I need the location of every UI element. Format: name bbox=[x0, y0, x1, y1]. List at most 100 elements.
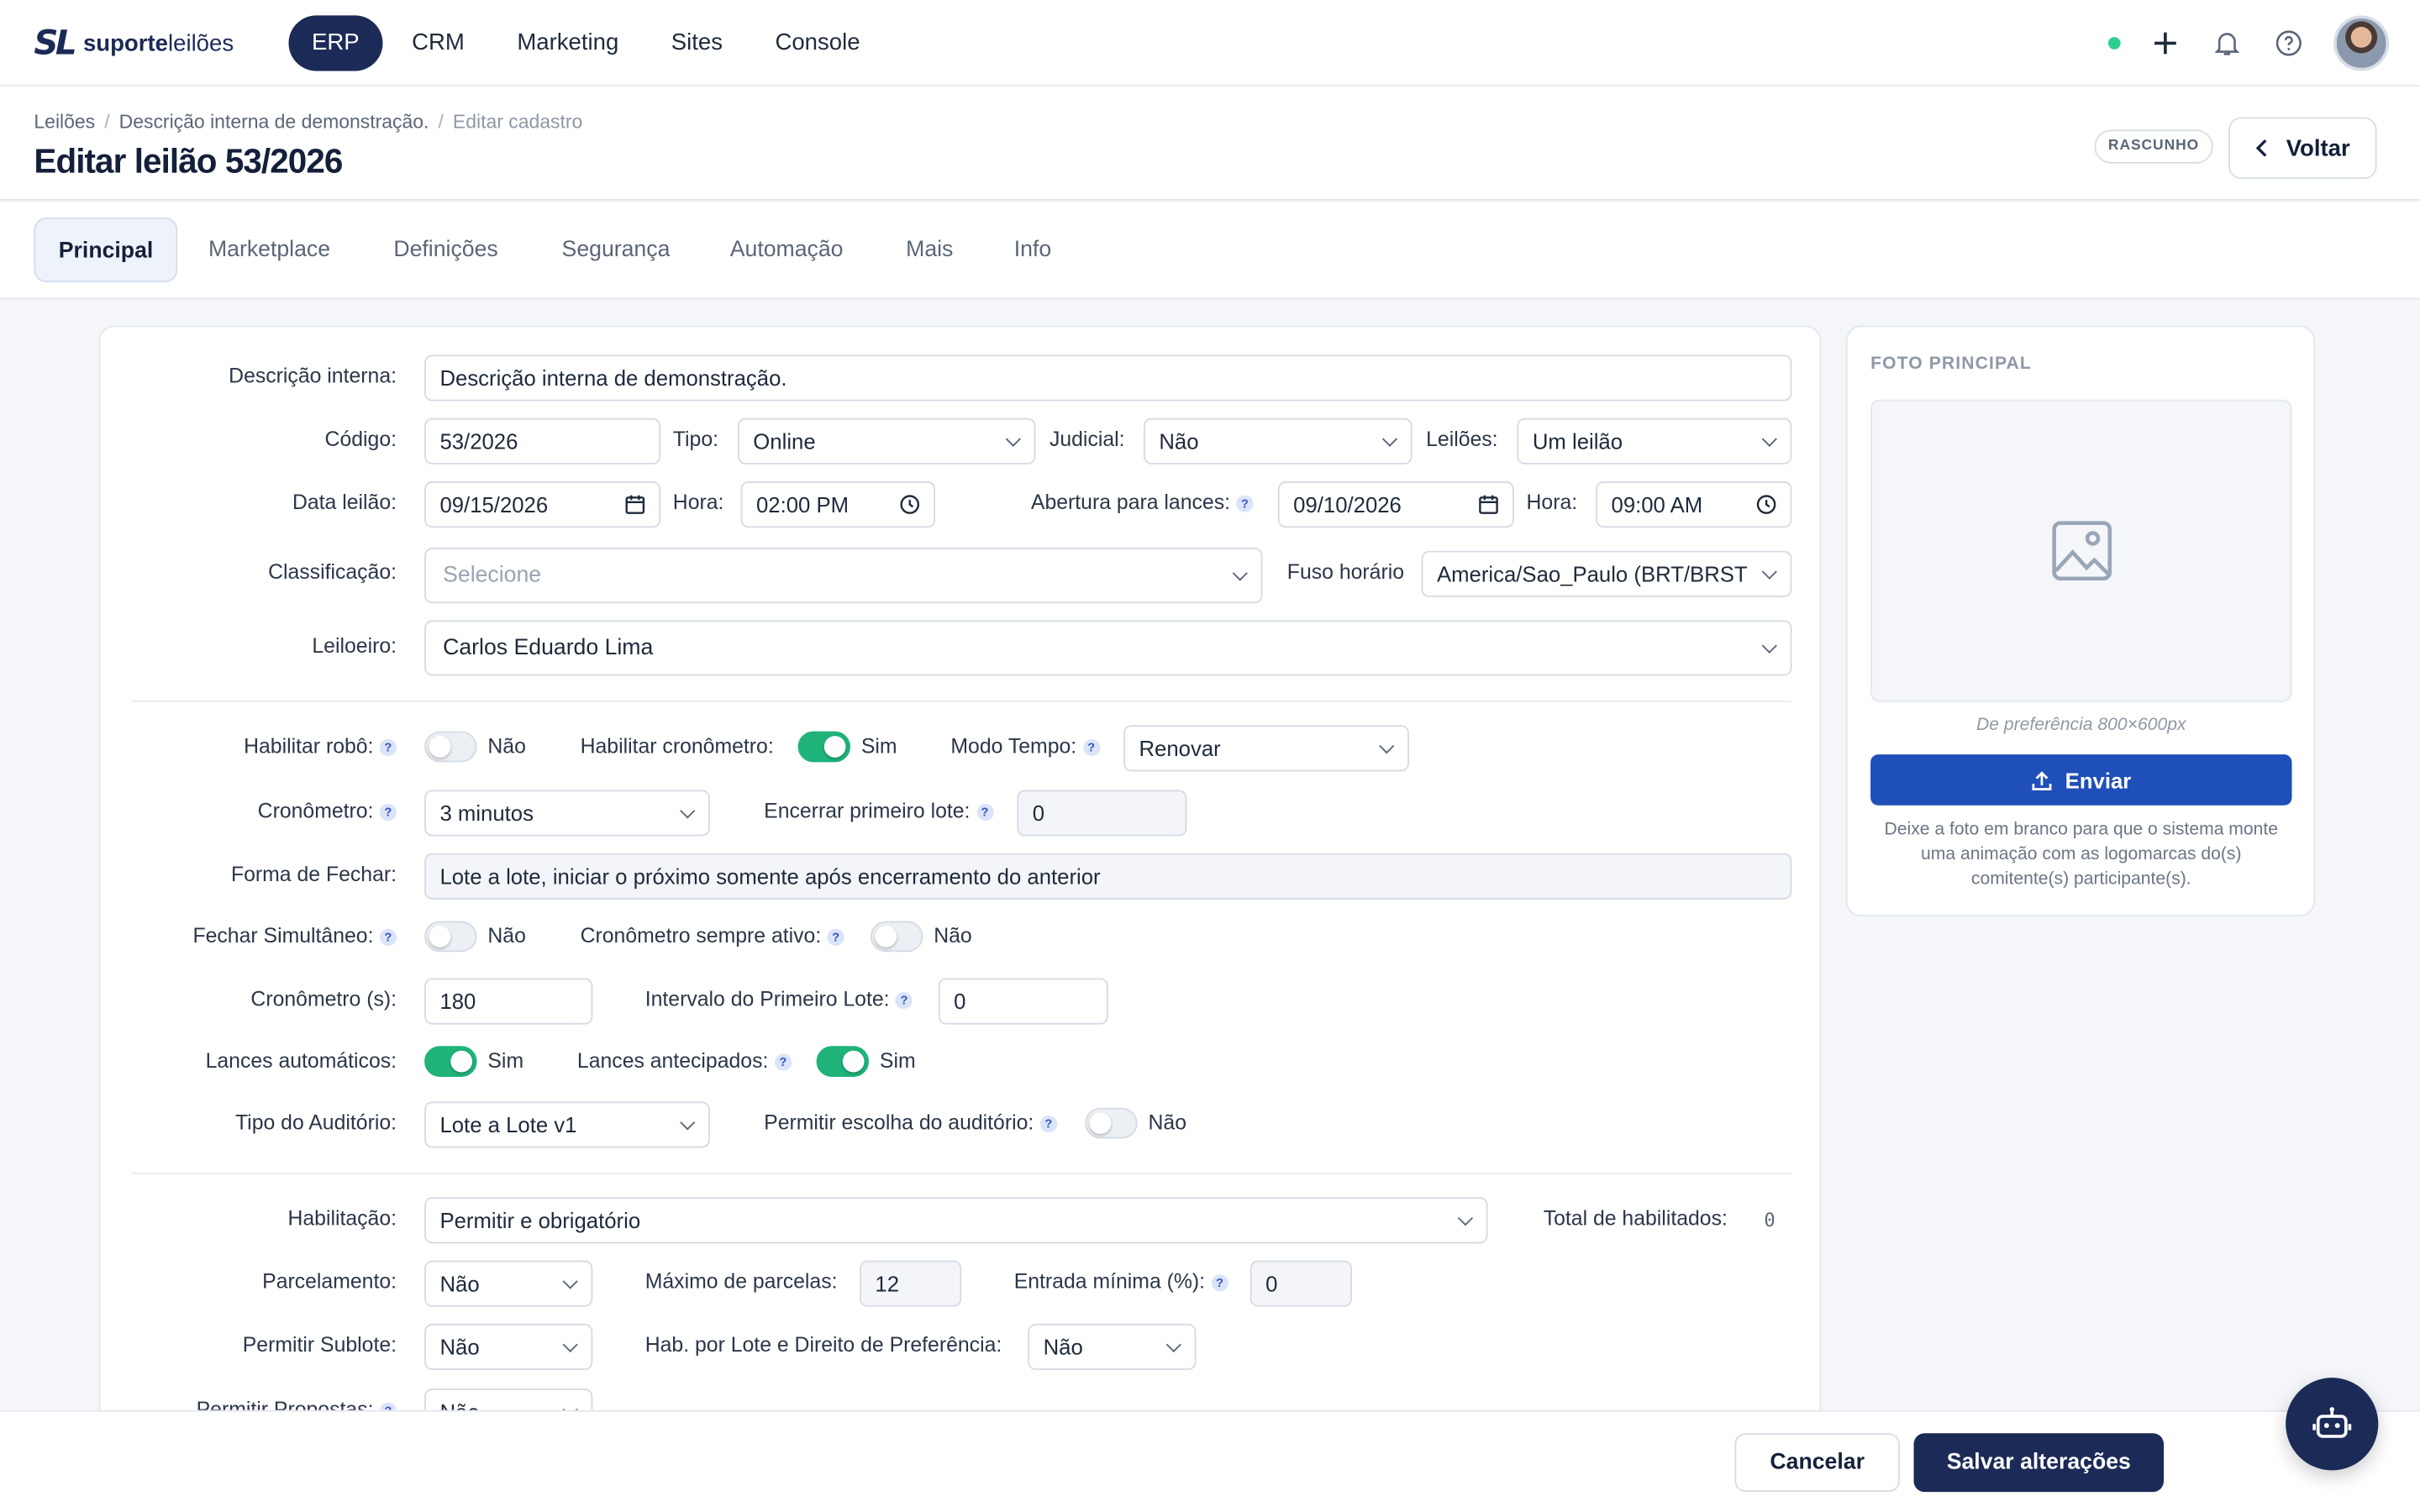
save-button[interactable]: Salvar alterações bbox=[1913, 1433, 2165, 1493]
fuso-select[interactable]: America/Sao_Paulo (BRT/BRST bbox=[1421, 550, 1792, 597]
hora-abertura-label: Hora: bbox=[1526, 491, 1578, 514]
clock-icon[interactable] bbox=[1756, 495, 1776, 515]
leiloeiro-select[interactable]: Carlos Eduardo Lima bbox=[424, 620, 1792, 676]
codigo-label: Código: bbox=[324, 427, 397, 451]
help-icon[interactable]: ? bbox=[827, 928, 844, 946]
help-icon[interactable]: ? bbox=[976, 803, 994, 822]
chevron-down-icon bbox=[1761, 431, 1777, 447]
help-icon[interactable]: ? bbox=[1236, 495, 1254, 512]
tab-marketplace[interactable]: Marketplace bbox=[208, 218, 330, 282]
upload-button[interactable]: Enviar bbox=[1870, 754, 2292, 806]
sublote-value: Não bbox=[439, 1334, 480, 1360]
help-icon[interactable] bbox=[2272, 26, 2306, 60]
tipo-auditorio-select[interactable]: Lote a Lote v1 bbox=[424, 1101, 710, 1148]
photo-dropzone[interactable] bbox=[1870, 399, 2292, 702]
max-parcelas-label: Máximo de parcelas: bbox=[644, 1269, 838, 1294]
chevron-left-icon bbox=[2256, 139, 2267, 157]
tab-definicoes[interactable]: Definições bbox=[393, 218, 497, 282]
back-button[interactable]: Voltar bbox=[2228, 117, 2377, 180]
forma-fechar-label: Forma de Fechar: bbox=[230, 862, 397, 886]
tab-automacao[interactable]: Automação bbox=[730, 218, 844, 282]
calendar-icon[interactable] bbox=[1479, 495, 1499, 515]
max-parcelas-input[interactable]: 12 bbox=[860, 1260, 962, 1307]
lances-antecipados-toggle[interactable] bbox=[816, 1046, 870, 1078]
abertura-label: Abertura para lances:? bbox=[1031, 491, 1254, 514]
tab-mais[interactable]: Mais bbox=[906, 218, 953, 282]
help-icon[interactable]: ? bbox=[774, 1053, 792, 1071]
forma-fechar-input[interactable]: Lote a lote, iniciar o próximo somente a… bbox=[424, 853, 1792, 900]
entrada-minima-input[interactable]: 0 bbox=[1249, 1260, 1352, 1307]
leiloes-label: Leilões: bbox=[1426, 427, 1498, 451]
abertura-input[interactable]: 09/10/2026 bbox=[1277, 481, 1514, 528]
chevron-down-icon bbox=[1761, 564, 1777, 580]
escolha-auditorio-label: Permitir escolha do auditório:? bbox=[764, 1110, 1057, 1134]
plus-icon[interactable] bbox=[2149, 26, 2182, 60]
help-icon[interactable]: ? bbox=[895, 991, 913, 1010]
nav-console[interactable]: Console bbox=[752, 15, 883, 71]
cronometro-select[interactable]: 3 minutos bbox=[424, 790, 710, 837]
brand-name: suporteleilões bbox=[82, 30, 234, 57]
nav-erp[interactable]: ERP bbox=[288, 15, 383, 71]
nav-marketing[interactable]: Marketing bbox=[494, 15, 642, 71]
action-footer: Cancelar Salvar alterações bbox=[0, 1410, 2420, 1512]
sublote-select[interactable]: Não bbox=[424, 1323, 593, 1370]
help-icon[interactable]: ? bbox=[379, 803, 397, 822]
parcelamento-select[interactable]: Não bbox=[424, 1260, 593, 1307]
leiloes-select[interactable]: Um leilão bbox=[1517, 417, 1792, 465]
bell-icon[interactable] bbox=[2210, 26, 2244, 60]
user-avatar[interactable] bbox=[2333, 15, 2390, 71]
cronometro-s-input[interactable]: 180 bbox=[424, 978, 593, 1025]
encerrar-primeiro-input[interactable]: 0 bbox=[1017, 790, 1187, 837]
lances-auto-toggle[interactable] bbox=[424, 1046, 477, 1078]
breadcrumb-separator: / bbox=[438, 111, 444, 133]
page-title: Editar leilão 53/2026 bbox=[34, 141, 343, 181]
assistant-bot-button[interactable] bbox=[2286, 1378, 2379, 1471]
tab-info[interactable]: Info bbox=[1014, 218, 1051, 282]
help-icon[interactable]: ? bbox=[1082, 738, 1100, 756]
hora-abertura-input[interactable]: 09:00 AM bbox=[1596, 481, 1792, 528]
classificacao-placeholder: Selecione bbox=[443, 563, 542, 588]
help-icon[interactable]: ? bbox=[379, 738, 397, 756]
escolha-auditorio-toggle[interactable] bbox=[1085, 1107, 1138, 1139]
breadcrumb-current: Editar cadastro bbox=[452, 111, 583, 133]
nav-crm[interactable]: CRM bbox=[389, 15, 488, 71]
brand-logo[interactable]: SL suporteleilões bbox=[34, 24, 234, 63]
cronometro-toggle[interactable] bbox=[797, 731, 851, 763]
help-icon[interactable]: ? bbox=[1211, 1273, 1228, 1292]
help-icon[interactable]: ? bbox=[379, 928, 397, 946]
judicial-select[interactable]: Não bbox=[1143, 417, 1413, 465]
data-leilao-label: Data leilão: bbox=[292, 491, 397, 514]
descricao-input[interactable]: Descrição interna de demonstração. bbox=[424, 354, 1792, 402]
parcelamento-value: Não bbox=[439, 1271, 480, 1296]
calendar-icon[interactable] bbox=[625, 495, 645, 515]
tipo-label: Tipo: bbox=[672, 427, 719, 451]
classificacao-label: Classificação: bbox=[268, 559, 397, 584]
intervalo-primeiro-input[interactable]: 0 bbox=[938, 978, 1108, 1025]
nav-sites[interactable]: Sites bbox=[648, 15, 745, 71]
clock-icon[interactable] bbox=[900, 495, 920, 515]
tipo-select[interactable]: Online bbox=[737, 417, 1036, 465]
cronometro-label: Cronômetro:? bbox=[258, 799, 397, 822]
judicial-label: Judicial: bbox=[1049, 427, 1125, 451]
cancel-button[interactable]: Cancelar bbox=[1734, 1433, 1900, 1493]
classificacao-select[interactable]: Selecione bbox=[424, 548, 1263, 604]
tipo-auditorio-label: Tipo do Auditório: bbox=[234, 1110, 397, 1134]
breadcrumb-auction[interactable]: Descrição interna de demonstração. bbox=[119, 111, 429, 133]
codigo-input[interactable]: 53/2026 bbox=[424, 417, 661, 465]
robo-toggle[interactable] bbox=[424, 731, 477, 763]
cronometro-s-label: Cronômetro (s): bbox=[250, 987, 397, 1011]
fechar-simultaneo-toggle[interactable] bbox=[424, 921, 477, 953]
tab-principal[interactable]: Principal bbox=[34, 217, 178, 283]
hab-lote-value: Não bbox=[1043, 1334, 1083, 1360]
modo-tempo-select[interactable]: Renovar bbox=[1123, 725, 1409, 772]
data-leilao-input[interactable]: 09/15/2026 bbox=[424, 481, 661, 528]
tab-seguranca[interactable]: Segurança bbox=[562, 218, 671, 282]
hora-input[interactable]: 02:00 PM bbox=[740, 481, 936, 528]
descricao-label: Descrição interna: bbox=[229, 364, 397, 388]
help-icon[interactable]: ? bbox=[1039, 1115, 1057, 1133]
breadcrumb-leiloes[interactable]: Leilões bbox=[34, 111, 95, 133]
hab-lote-select[interactable]: Não bbox=[1028, 1323, 1197, 1370]
cronometro-ativo-toggle[interactable] bbox=[870, 921, 923, 953]
robot-icon bbox=[2312, 1407, 2352, 1438]
habilitacao-select[interactable]: Permitir e obrigatório bbox=[424, 1197, 1488, 1244]
